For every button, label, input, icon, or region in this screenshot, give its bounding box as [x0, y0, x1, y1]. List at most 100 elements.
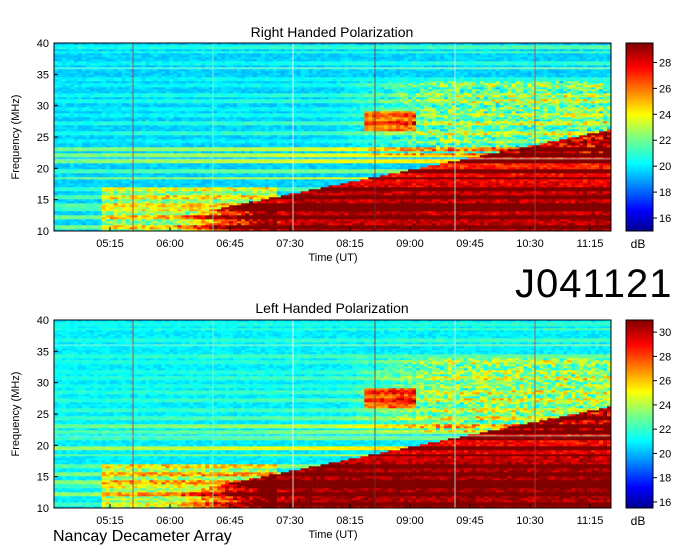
spectrogram-cell — [77, 209, 83, 212]
spectrogram-cell — [431, 227, 437, 230]
spectrogram-cell — [336, 215, 341, 218]
spectrogram-cell — [435, 209, 441, 212]
spectrogram-cell — [248, 205, 254, 208]
spectrogram-cell — [431, 199, 437, 202]
spectrogram-cell — [213, 165, 218, 168]
spectrogram-cell — [284, 185, 290, 188]
spectrogram-cell — [439, 177, 445, 180]
spectrogram-cell — [356, 215, 361, 218]
spectrogram-cell — [65, 191, 71, 194]
spectrogram-cell — [320, 207, 325, 210]
spectrogram-cell — [81, 199, 87, 202]
spectrogram-cell — [217, 223, 222, 226]
spectrogram-cell — [591, 205, 596, 208]
spectrogram-cell — [384, 215, 389, 218]
spectrogram-cell — [57, 211, 63, 214]
spectrogram-cell — [579, 197, 584, 200]
spectrogram-cell — [535, 189, 540, 192]
spectrogram-cell — [324, 181, 329, 184]
spectrogram-cell — [149, 165, 154, 168]
spectrogram-cell — [447, 175, 453, 178]
spectrogram-cell — [177, 221, 182, 224]
spectrogram-cell — [133, 207, 138, 210]
spectrogram-cell — [360, 203, 365, 206]
spectrogram-cell — [237, 177, 242, 180]
spectrogram-cell — [424, 185, 429, 188]
spectrogram-cell — [571, 193, 576, 196]
spectrogram-cell — [543, 209, 548, 212]
spectrogram-cell — [252, 175, 258, 178]
spectrogram-cell — [81, 173, 87, 176]
spectrogram-cell — [157, 209, 162, 212]
spectrogram-cell — [332, 223, 337, 226]
spectrogram-cell — [272, 221, 278, 224]
spectrogram-cell — [264, 161, 270, 164]
spectrogram-cell — [280, 187, 286, 190]
spectrogram-cell — [177, 181, 182, 184]
spectrogram-cell — [280, 201, 286, 204]
spectrogram-cell — [348, 183, 353, 186]
spectrogram-cell — [288, 211, 294, 214]
spectrogram-cell — [157, 169, 162, 172]
spectrogram-cell — [483, 189, 488, 192]
spectrogram-cell — [65, 171, 71, 174]
spectrogram-cell — [121, 223, 126, 226]
spectrogram-cell — [539, 171, 544, 174]
spectrogram-cell — [153, 191, 158, 194]
spectrogram-cell — [507, 193, 512, 196]
spectrogram-cell — [304, 211, 309, 214]
spectrogram-cell — [412, 217, 417, 220]
spectrogram-cell — [205, 197, 210, 200]
spectrogram-cell — [65, 211, 71, 214]
spectrogram-cell — [539, 185, 544, 188]
spectrogram-cell — [400, 215, 405, 218]
spectrogram-cell — [256, 195, 262, 198]
spectrogram-cell — [268, 193, 274, 196]
spectrogram-cell — [141, 165, 146, 168]
spectrogram-cell — [54, 209, 59, 212]
spectrogram-cell — [388, 217, 393, 220]
spectrogram-cell — [388, 193, 393, 196]
spectrogram-cell — [205, 161, 210, 164]
spectrogram-cell — [471, 205, 477, 208]
spectrogram-cell — [447, 185, 453, 188]
spectrogram-cell — [435, 213, 441, 216]
spectrogram-cell — [77, 173, 83, 176]
spectrogram-cell — [547, 165, 552, 168]
spectrogram-cell — [495, 185, 500, 188]
spectrogram-cell — [264, 197, 270, 200]
spectrogram-cell — [312, 191, 317, 194]
spectrogram-cell — [571, 213, 576, 216]
spectrogram-cell — [360, 185, 365, 188]
spectrogram-cell — [252, 209, 258, 212]
spectrogram-cell — [125, 225, 130, 228]
spectrogram-cell — [169, 167, 174, 170]
spectrogram-cell — [388, 221, 393, 224]
spectrogram-cell — [141, 177, 146, 180]
spectrogram-cell — [603, 179, 608, 182]
spectrogram-cell — [324, 183, 329, 186]
spectrogram-cell — [105, 197, 110, 200]
spectrogram-cell — [559, 185, 564, 188]
spectrogram-cell — [328, 219, 333, 222]
spectrogram-cell — [272, 191, 278, 194]
spectrogram-cell — [153, 209, 158, 212]
spectrogram-cell — [427, 223, 433, 226]
spectrogram-cell — [125, 189, 130, 192]
spectrogram-cell — [244, 205, 250, 208]
spectrogram-cell — [221, 191, 226, 194]
spectrogram-cell — [559, 199, 564, 202]
spectrogram-cell — [149, 169, 154, 172]
spectrogram-cell — [396, 181, 401, 184]
spectrogram-cell — [260, 211, 266, 214]
spectrogram-cell — [149, 221, 154, 224]
spectrogram-cell — [420, 223, 425, 226]
spectrogram-cell — [133, 221, 138, 224]
spectrogram-cell — [364, 227, 369, 230]
spectrogram-cell — [527, 223, 532, 226]
spectrogram-cell — [535, 187, 540, 190]
spectrogram-cell — [157, 213, 162, 216]
spectrogram-cell — [563, 195, 568, 198]
spectrogram-cell — [217, 187, 222, 190]
spectrogram-cell — [479, 209, 484, 212]
